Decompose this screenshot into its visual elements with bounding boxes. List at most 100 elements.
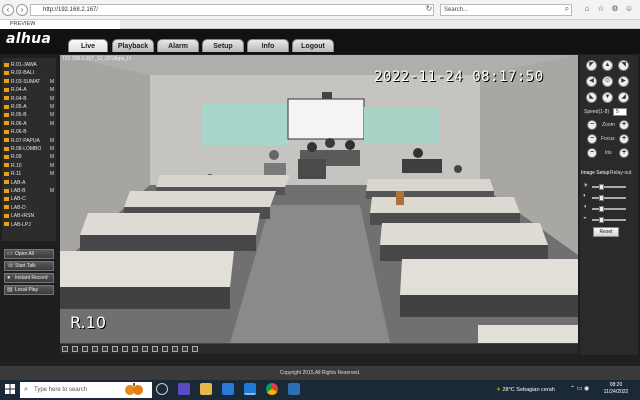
- refresh-icon[interactable]: ↻: [424, 4, 434, 14]
- contrast-knob[interactable]: [599, 195, 604, 201]
- forward-icon[interactable]: ›: [16, 4, 28, 16]
- video-tool-icon[interactable]: [62, 346, 68, 352]
- task-view-icon[interactable]: [156, 383, 168, 395]
- mail-icon[interactable]: [222, 383, 234, 395]
- app-window-icon[interactable]: [288, 383, 300, 395]
- open-all-button[interactable]: ▭ Open All: [4, 249, 54, 259]
- chrome-icon[interactable]: [266, 383, 278, 395]
- ptz-up-icon[interactable]: ▲: [602, 60, 613, 71]
- smiley-icon[interactable]: ☺: [624, 4, 634, 14]
- saturation-knob[interactable]: [599, 206, 604, 212]
- channel-stream-flag: M: [50, 154, 55, 161]
- video-tool-icon[interactable]: [172, 346, 178, 352]
- channel-item[interactable]: LAB-IRSN: [4, 212, 34, 220]
- iris-close-icon[interactable]: −: [587, 148, 597, 158]
- video-tool-icon[interactable]: [72, 346, 78, 352]
- ptz-up-left-icon[interactable]: ◤: [586, 60, 597, 71]
- channel-item[interactable]: R.11 M: [4, 170, 54, 178]
- video-tool-icon[interactable]: [142, 346, 148, 352]
- live-video[interactable]: 192.168.2.167_12_0218bps_H 2022-11-24 08…: [60, 55, 578, 343]
- hue-slider[interactable]: [592, 219, 626, 221]
- local-play-button[interactable]: ▤ Local Play: [4, 285, 54, 295]
- channel-item[interactable]: R.05-B M: [4, 111, 54, 119]
- ptz-down-left-icon[interactable]: ◣: [586, 92, 597, 103]
- image-setup-tab[interactable]: Image Setup: [581, 170, 609, 176]
- tab-setup[interactable]: Setup: [202, 39, 244, 52]
- relay-out-tab[interactable]: Relay-out: [610, 170, 631, 176]
- search-icon[interactable]: ⌕: [562, 4, 572, 14]
- channel-item[interactable]: R.01-JAWA: [4, 61, 37, 69]
- back-icon[interactable]: ‹: [2, 4, 14, 16]
- channel-item[interactable]: LAB-LPJ: [4, 221, 31, 229]
- channel-item[interactable]: R.07-PAPUA M: [4, 137, 54, 145]
- channel-item[interactable]: LAB-A: [4, 179, 25, 187]
- clock[interactable]: 08:20 11/24/2022: [598, 382, 634, 396]
- gear-icon[interactable]: ⚙: [610, 4, 620, 14]
- channel-item[interactable]: R.08-LOMBO M: [4, 145, 54, 153]
- video-tool-icon[interactable]: [192, 346, 198, 352]
- speed-select[interactable]: 5: [613, 108, 627, 116]
- video-tool-icon[interactable]: [82, 346, 88, 352]
- browser-search-input[interactable]: Search...: [440, 4, 572, 16]
- browser-tab[interactable]: PREVIEW: [0, 20, 120, 29]
- focus-label: Focus: [601, 136, 615, 142]
- start-talk-button[interactable]: ☏ Start Talk: [4, 261, 54, 271]
- channel-item[interactable]: R.09 M: [4, 153, 54, 161]
- zoom-in-icon[interactable]: +: [619, 120, 629, 130]
- instant-record-button[interactable]: ● Instant Record: [4, 273, 54, 283]
- brightness-knob[interactable]: [599, 184, 604, 190]
- tray-icons[interactable]: ⌃ ▭ ◉: [570, 385, 589, 392]
- focus-in-icon[interactable]: +: [619, 134, 629, 144]
- internet-explorer-icon[interactable]: [244, 383, 256, 395]
- ptz-right-icon[interactable]: ▶: [618, 76, 629, 87]
- video-tool-icon[interactable]: [122, 346, 128, 352]
- channel-item[interactable]: R.04-A M: [4, 86, 54, 94]
- channel-item[interactable]: R.10 M: [4, 162, 54, 170]
- file-explorer-icon[interactable]: [200, 383, 212, 395]
- channel-item[interactable]: R.05-A M: [4, 103, 54, 111]
- tab-alarm[interactable]: Alarm: [157, 39, 199, 52]
- task-app-icon[interactable]: [178, 383, 190, 395]
- video-tool-icon[interactable]: [162, 346, 168, 352]
- video-tool-icon[interactable]: [112, 346, 118, 352]
- saturation-slider[interactable]: [592, 208, 626, 210]
- channel-stream-flag: M: [50, 171, 55, 178]
- video-tool-icon[interactable]: [102, 346, 108, 352]
- reset-button[interactable]: Reset: [593, 227, 619, 237]
- ptz-up-right-icon[interactable]: ◥: [618, 60, 629, 71]
- brightness-slider[interactable]: [592, 186, 626, 188]
- windows-start-icon[interactable]: [4, 383, 16, 395]
- channel-item[interactable]: R.06-B: [4, 128, 27, 136]
- channel-stream-flag: M: [50, 95, 55, 102]
- channel-item[interactable]: R.03-SUMAT M: [4, 78, 54, 86]
- channel-item[interactable]: LAB-D: [4, 204, 26, 212]
- channel-item[interactable]: R.02-BALI: [4, 69, 34, 77]
- channel-item[interactable]: LAB-C: [4, 195, 26, 203]
- ptz-down-icon[interactable]: ▼: [602, 92, 613, 103]
- home-icon[interactable]: ⌂: [582, 4, 592, 14]
- video-tool-icon[interactable]: [92, 346, 98, 352]
- channel-item[interactable]: R.06-A M: [4, 120, 54, 128]
- ptz-center-icon[interactable]: ⊙: [602, 76, 613, 87]
- address-bar[interactable]: http://192.168.2.167/: [30, 4, 434, 16]
- ptz-down-right-icon[interactable]: ◢: [618, 92, 629, 103]
- zoom-out-icon[interactable]: −: [587, 120, 597, 130]
- ptz-left-icon[interactable]: ◀: [586, 76, 597, 87]
- contrast-slider[interactable]: [592, 197, 626, 199]
- channel-item[interactable]: R.04-B M: [4, 95, 54, 103]
- focus-out-icon[interactable]: −: [587, 134, 597, 144]
- favorites-icon[interactable]: ☆: [596, 4, 606, 14]
- tab-playback[interactable]: Playback: [112, 39, 154, 52]
- channel-item[interactable]: LAB-B M: [4, 187, 54, 195]
- local-play-label: Local Play: [15, 287, 39, 293]
- tab-logout[interactable]: Logout: [292, 39, 334, 52]
- video-tool-icon[interactable]: [152, 346, 158, 352]
- copyright-footer: Copyright 2015,All Rights Reserved.: [0, 366, 640, 380]
- video-tool-icon[interactable]: [182, 346, 188, 352]
- video-tool-icon[interactable]: [132, 346, 138, 352]
- tab-info[interactable]: Info: [247, 39, 289, 52]
- hue-knob[interactable]: [599, 217, 604, 223]
- iris-open-icon[interactable]: +: [619, 148, 629, 158]
- weather-widget[interactable]: ☀ 28°C Sebagian cerah: [496, 384, 555, 396]
- tab-live[interactable]: Live: [68, 39, 108, 52]
